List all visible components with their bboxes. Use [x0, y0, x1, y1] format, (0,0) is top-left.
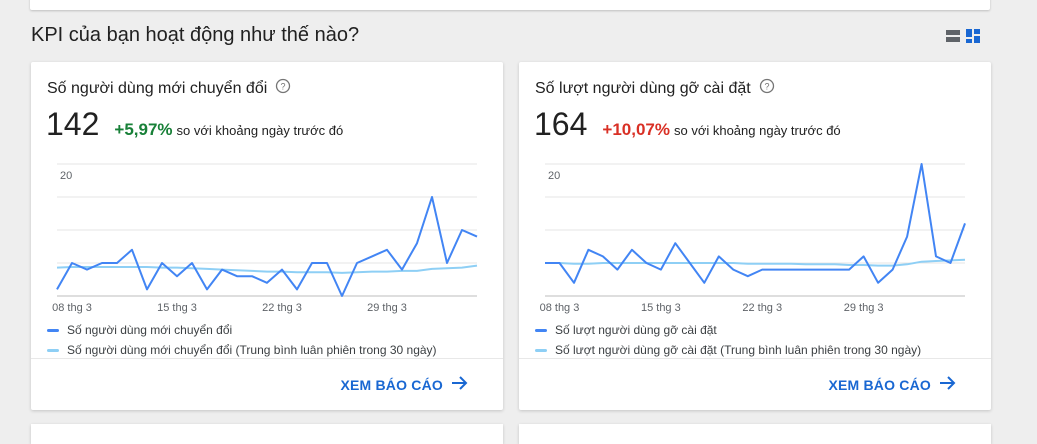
- x-tick-label: 15 thg 3: [641, 302, 681, 314]
- view-report-label: XEM BÁO CÁO: [828, 376, 931, 393]
- x-tick-label: 29 thg 3: [367, 302, 407, 314]
- legend-swatch: [47, 328, 59, 332]
- x-tick-label: 08 thg 3: [540, 302, 580, 314]
- arrow-right-icon: [939, 375, 957, 394]
- series-line-primary: [56, 196, 478, 297]
- section-title: KPI của bạn hoạt động như thế nào?: [31, 24, 360, 46]
- legend-label: Số lượt người dùng gỡ cài đặt (Trung bìn…: [555, 343, 922, 357]
- legend-swatch: [47, 348, 59, 352]
- legend-item-average: Số lượt người dùng gỡ cài đặt (Trung bìn…: [535, 340, 921, 360]
- legend-label: Số người dùng mới chuyển đổi (Trung bình…: [67, 343, 437, 357]
- grid-view-icon[interactable]: [966, 29, 980, 43]
- line-chart: 20 08 thg 3 15 thg 3 22 thg 3 29 thg 3: [540, 163, 966, 314]
- legend-label: Số lượt người dùng gỡ cài đặt: [555, 323, 717, 337]
- legend-label: Số người dùng mới chuyển đổi: [67, 323, 233, 337]
- x-tick-label: 08 thg 3: [52, 302, 92, 314]
- x-tick-label: 22 thg 3: [262, 302, 302, 314]
- view-toggle: [946, 29, 980, 43]
- x-tick-label: 15 thg 3: [157, 302, 197, 314]
- x-tick-label: 22 thg 3: [742, 302, 782, 314]
- chart-legend: Số người dùng mới chuyển đổi Số người dù…: [47, 320, 437, 360]
- legend-item-primary: Số lượt người dùng gỡ cài đặt: [535, 320, 921, 340]
- view-report-link[interactable]: XEM BÁO CÁO: [828, 375, 957, 394]
- legend-item-primary: Số người dùng mới chuyển đổi: [47, 320, 437, 340]
- view-report-link[interactable]: XEM BÁO CÁO: [340, 375, 469, 394]
- chart-legend: Số lượt người dùng gỡ cài đặt Số lượt ng…: [535, 320, 921, 360]
- view-report-label: XEM BÁO CÁO: [340, 376, 443, 393]
- legend-swatch: [535, 328, 547, 332]
- y-tick-label: 20: [548, 170, 560, 182]
- next-card-right: [519, 424, 991, 444]
- line-chart: 20 08 thg 3 15 thg 3 22 thg 3 29 thg 3: [52, 163, 478, 314]
- next-card-left: [31, 424, 503, 444]
- kpi-card-new-users: Số người dùng mới chuyển đổi ? 142 +5,97…: [31, 62, 503, 410]
- x-tick-label: 29 thg 3: [844, 302, 884, 314]
- series-line-average: [56, 264, 478, 274]
- list-view-icon[interactable]: [946, 29, 960, 43]
- previous-card: [30, 0, 990, 10]
- divider: [31, 358, 503, 359]
- kpi-card-uninstalls: Số lượt người dùng gỡ cài đặt ? 164 +10,…: [519, 62, 991, 410]
- legend-item-average: Số người dùng mới chuyển đổi (Trung bình…: [47, 340, 437, 360]
- legend-swatch: [535, 348, 547, 352]
- y-tick-label: 20: [60, 170, 72, 182]
- divider: [519, 358, 991, 359]
- arrow-right-icon: [451, 375, 469, 394]
